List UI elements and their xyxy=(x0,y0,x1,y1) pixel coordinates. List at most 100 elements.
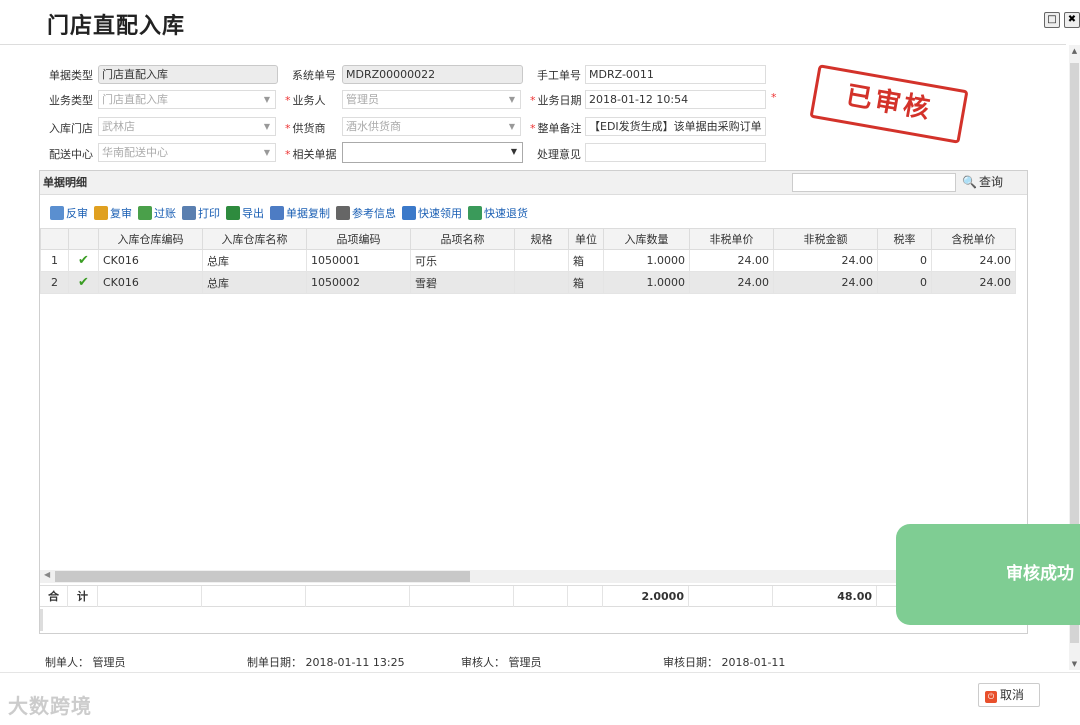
cancel-button[interactable]: ⏻ 取消 xyxy=(978,683,1040,707)
chevron-down-icon[interactable]: ▼ xyxy=(506,143,522,160)
audited-date-info: 审核日期： 2018-01-11 xyxy=(663,656,786,669)
footer-divider xyxy=(0,672,1080,673)
cancel-label: 取消 xyxy=(1000,688,1025,702)
excel-icon xyxy=(226,206,240,220)
column-header[interactable]: 含税单价 xyxy=(931,228,1016,250)
horizontal-scroll-thumb[interactable] xyxy=(55,571,470,582)
store-select[interactable]: 武林店 ▼ xyxy=(98,117,276,136)
chevron-down-icon[interactable]: ▼ xyxy=(259,118,275,135)
dc-value: 华南配送中心 xyxy=(102,146,168,159)
toolbar-item-print[interactable]: 打印 xyxy=(182,205,220,221)
column-header[interactable] xyxy=(40,228,69,250)
chevron-down-icon[interactable]: ▼ xyxy=(504,91,520,108)
column-header[interactable]: 入库仓库名称 xyxy=(202,228,307,250)
column-header[interactable]: 单位 xyxy=(568,228,604,250)
success-toast: 审核成功 xyxy=(896,524,1080,625)
totals-qty: 2.0000 xyxy=(603,586,689,607)
column-header[interactable]: 规格 xyxy=(514,228,569,250)
detail-header: 单据明细 🔍 查询 xyxy=(40,171,1027,195)
cell-no: 2 xyxy=(40,271,69,294)
column-header[interactable]: 品项名称 xyxy=(410,228,515,250)
column-header[interactable]: 非税金额 xyxy=(773,228,878,250)
column-header[interactable]: 入库仓库编码 xyxy=(98,228,203,250)
toolbar-item-quick-use[interactable]: 快速领用 xyxy=(402,205,462,221)
scroll-up-icon[interactable]: ▲ xyxy=(1069,47,1080,55)
cell-tax-price: 24.00 xyxy=(931,271,1016,294)
cell-item-name: 可乐 xyxy=(410,249,515,272)
supplier-value: 酒水供货商 xyxy=(346,120,401,133)
totals-row: 合 计 2.0000 48.00 xyxy=(40,585,1027,607)
toolbar-item-unaudit[interactable]: 反审 xyxy=(50,205,88,221)
search-icon: 🔍 xyxy=(962,175,977,189)
scroll-down-icon[interactable]: ▼ xyxy=(1069,660,1080,668)
cell-wh-name: 总库 xyxy=(202,249,307,272)
column-header[interactable]: 非税单价 xyxy=(689,228,774,250)
horizontal-scrollbar[interactable]: ◀ xyxy=(40,570,1027,583)
supplier-select[interactable]: 酒水供货商 ▼ xyxy=(342,117,521,136)
remark-label: * 整单备注 xyxy=(530,122,582,135)
column-header[interactable]: 税率 xyxy=(877,228,932,250)
cell-qty: 1.0000 xyxy=(603,271,690,294)
chevron-down-icon[interactable]: ▼ xyxy=(259,144,275,161)
table-row[interactable]: 2 ✔ CK016 总库 1050002 雪碧箱 1.0000 24.00 24.00 0 24.0… xyxy=(40,271,1016,294)
toolbar-item-excel[interactable]: 导出 xyxy=(226,205,264,221)
store-value: 武林店 xyxy=(102,120,135,133)
column-header[interactable]: 入库数量 xyxy=(603,228,690,250)
cell-item-code: 1050001 xyxy=(306,249,411,272)
table-row[interactable]: 1 ✔ CK016 总库 1050001 可乐箱 1.0000 24.00 24.00 0 24.0… xyxy=(40,249,1016,272)
detail-search-input[interactable] xyxy=(792,173,956,192)
chevron-down-icon[interactable]: ▼ xyxy=(504,118,520,135)
scroll-left-icon[interactable]: ◀ xyxy=(44,570,50,579)
page-title: 门店直配入库 xyxy=(47,14,186,39)
cell-item-name: 雪碧 xyxy=(410,271,515,294)
store-label: 入库门店 xyxy=(49,122,93,135)
chevron-down-icon[interactable]: ▼ xyxy=(259,91,275,108)
cancel-icon: ⏻ xyxy=(985,691,997,703)
cell-wh-code: CK016 xyxy=(98,249,203,272)
cell-spec xyxy=(514,249,569,272)
cell-unit: 箱 xyxy=(568,249,604,272)
opinion-label: 处理意见 xyxy=(537,148,581,161)
biz-type-value: 门店直配入库 xyxy=(102,93,168,106)
system-no-label: 系统单号 xyxy=(292,69,336,82)
manual-no-input[interactable]: MDRZ-0011 xyxy=(585,65,766,84)
toolbar-item-reaudit[interactable]: 复审 xyxy=(94,205,132,221)
creator-value: 管理员 xyxy=(92,656,126,669)
supplier-label: * 供货商 xyxy=(285,122,326,135)
biz-person-select[interactable]: 管理员 ▼ xyxy=(342,90,521,109)
opinion-input[interactable] xyxy=(585,143,766,162)
remark-input[interactable]: 【EDI发货生成】该单据由采购订单 xyxy=(585,117,766,136)
toolbar-item-post[interactable]: 过账 xyxy=(138,205,176,221)
required-marker: * xyxy=(771,91,777,104)
biz-date-input[interactable]: 2018-01-12 10:54 xyxy=(585,90,766,109)
cell-tax: 0 xyxy=(877,271,932,294)
toolbar-item-quick-return[interactable]: 快速退货 xyxy=(468,205,528,221)
detail-panel: 单据明细 🔍 查询 反审 复审 过账 打印 导出 单据复制 参考信息 快速领用 快速退货 入库仓库… xyxy=(39,170,1028,634)
system-no-field: MDRZ00000022 xyxy=(342,65,523,84)
watermark-logo: 大数跨境 xyxy=(8,694,92,718)
dc-label: 配送中心 xyxy=(49,148,93,161)
toolbar-label: 复审 xyxy=(110,207,132,220)
cell-price: 24.00 xyxy=(689,271,774,294)
print-icon xyxy=(182,206,196,220)
created-date-value: 2018-01-11 13:25 xyxy=(305,656,405,669)
quick-return-icon xyxy=(468,206,482,220)
close-icon[interactable]: ✖ xyxy=(1064,12,1080,28)
doc-type-field: 门店直配入库 xyxy=(98,65,278,84)
header-divider xyxy=(0,44,1066,45)
detail-grid: 入库仓库编码 入库仓库名称 品项编码 品项名称 规格 单位 入库数量 非税单价 非税金额 税率 含税… xyxy=(40,228,1027,294)
biz-type-select[interactable]: 门店直配入库 ▼ xyxy=(98,90,276,109)
column-header[interactable] xyxy=(68,228,99,250)
toolbar-item-info[interactable]: 参考信息 xyxy=(336,205,396,221)
restore-icon[interactable]: □ xyxy=(1044,12,1060,28)
auditor-info: 审核人： 管理员 xyxy=(461,656,542,669)
cell-amount: 24.00 xyxy=(773,249,878,272)
related-select[interactable]: ▼ xyxy=(342,142,523,163)
window-controls: □ ✖ xyxy=(1044,12,1080,28)
toolbar-item-copy[interactable]: 单据复制 xyxy=(270,205,330,221)
cell-unit: 箱 xyxy=(568,271,604,294)
search-button[interactable]: 🔍 查询 xyxy=(962,171,1003,194)
cell-tax-price: 24.00 xyxy=(931,249,1016,272)
column-header[interactable]: 品项编码 xyxy=(306,228,411,250)
dc-select[interactable]: 华南配送中心 ▼ xyxy=(98,143,276,162)
